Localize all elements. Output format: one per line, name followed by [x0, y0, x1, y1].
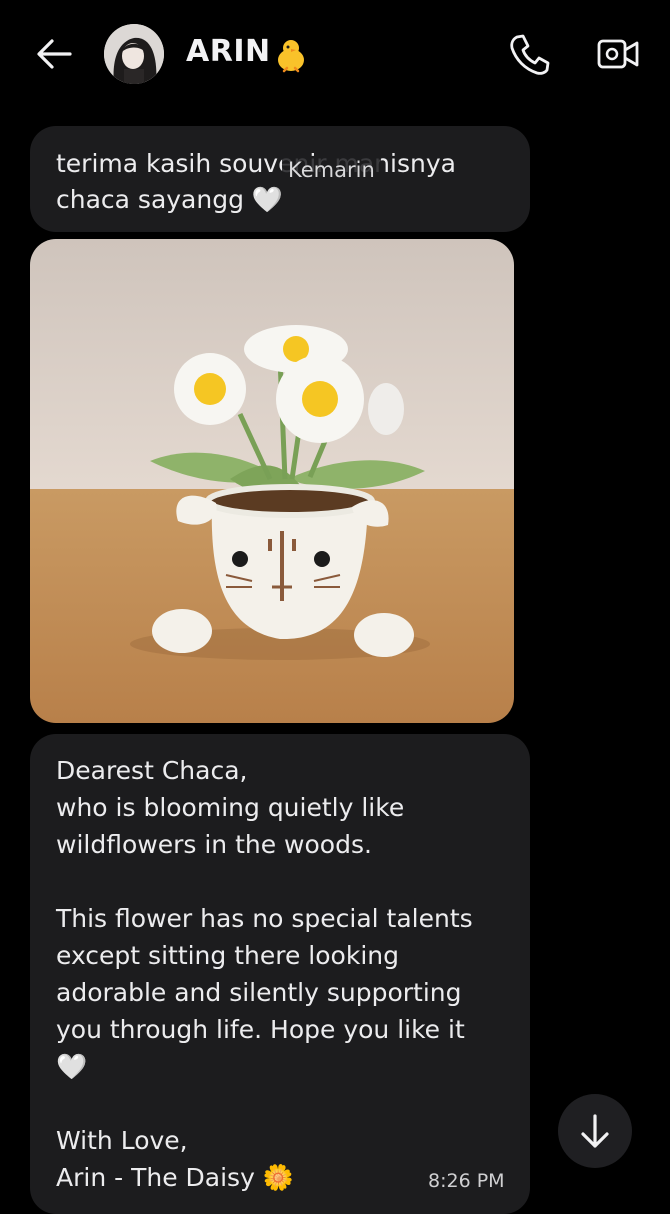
- chat-header: ARIN: [0, 0, 670, 110]
- day-separator: Kemarin: [282, 158, 381, 182]
- scroll-down-button[interactable]: [558, 1094, 632, 1168]
- avatar-photo-icon: [104, 24, 164, 84]
- contact-name[interactable]: ARIN: [186, 34, 271, 69]
- message-text: terima kasih souvenir manisnya chaca say…: [56, 149, 456, 214]
- back-arrow-icon[interactable]: [34, 36, 74, 72]
- message-text: Dearest Chaca, who is blooming quietly l…: [56, 756, 473, 1192]
- chick-icon: [278, 40, 304, 73]
- message-image[interactable]: [30, 239, 514, 723]
- avatar[interactable]: [104, 24, 164, 84]
- message-bubble[interactable]: Dearest Chaca, who is blooming quietly l…: [30, 734, 530, 1214]
- arrow-down-icon: [581, 1114, 609, 1148]
- video-camera-icon[interactable]: [596, 36, 640, 72]
- crochet-flower-pot-image: [30, 239, 514, 723]
- message-timestamp: 8:26 PM: [428, 1170, 505, 1192]
- phone-icon[interactable]: [508, 32, 550, 76]
- message-bubble[interactable]: terima kasih souvenir manisnya chaca say…: [30, 126, 530, 232]
